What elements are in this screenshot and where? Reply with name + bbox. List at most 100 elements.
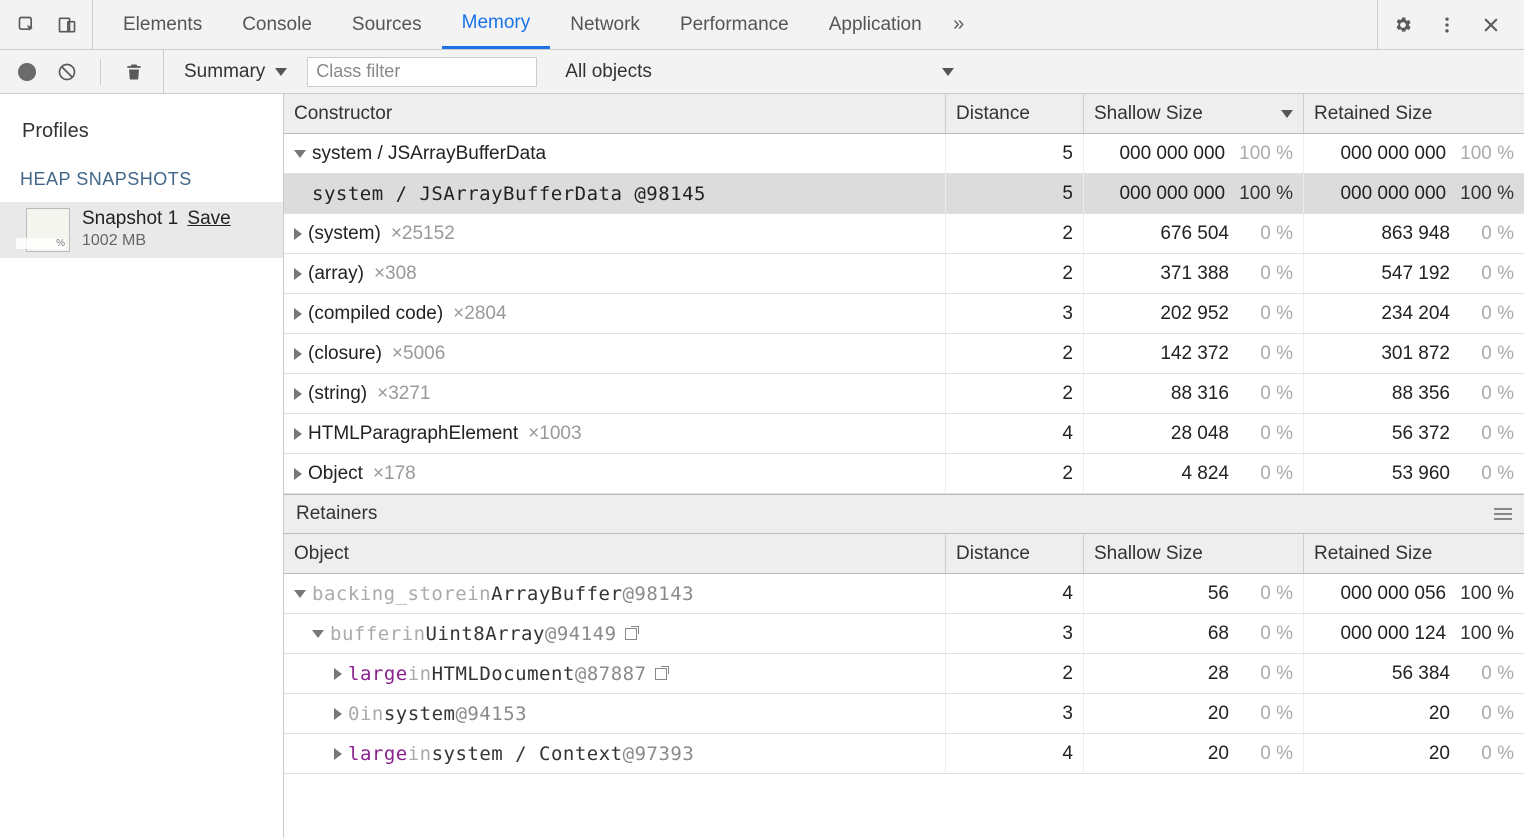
- disclosure-triangle-icon[interactable]: [294, 348, 302, 360]
- tab-memory[interactable]: Memory: [442, 0, 551, 49]
- disclosure-triangle-icon[interactable]: [294, 468, 302, 480]
- trash-icon[interactable]: [123, 61, 145, 83]
- tab-network[interactable]: Network: [550, 0, 660, 49]
- disclosure-triangle-icon[interactable]: [334, 668, 342, 680]
- external-link-icon[interactable]: [655, 668, 667, 680]
- row-label: (compiled code): [308, 303, 443, 325]
- cell-retained: 863 9480 %: [1304, 214, 1524, 253]
- obj-type: HTMLDocument: [432, 663, 575, 685]
- table-row[interactable]: (string)×3271288 3160 %88 3560 %: [284, 374, 1524, 414]
- table-row[interactable]: (system)×251522676 5040 %863 9480 %: [284, 214, 1524, 254]
- row-label: (string): [308, 383, 367, 405]
- constructors-header: Constructor Distance Shallow Size Retain…: [284, 94, 1524, 134]
- row-label: Object: [308, 463, 363, 485]
- table-row[interactable]: backing_store in ArrayBuffer @981434560 …: [284, 574, 1524, 614]
- inspect-element-icon[interactable]: [16, 14, 38, 36]
- table-row[interactable]: 0 in system @941533200 %200 %: [284, 694, 1524, 734]
- col-retained[interactable]: Retained Size: [1304, 534, 1524, 573]
- table-row[interactable]: system / JSArrayBufferData @981455000 00…: [284, 174, 1524, 214]
- snapshot-save-link[interactable]: Save: [187, 208, 230, 229]
- col-object[interactable]: Object: [284, 534, 946, 573]
- table-row[interactable]: (array)×3082371 3880 %547 1920 %: [284, 254, 1524, 294]
- table-row[interactable]: (compiled code)×28043202 9520 %234 2040 …: [284, 294, 1524, 334]
- table-row[interactable]: large in system / Context @973934200 %20…: [284, 734, 1524, 774]
- caret-down-icon: [942, 68, 954, 76]
- cell-distance: 2: [946, 454, 1084, 493]
- tabs-overflow-icon[interactable]: »: [948, 14, 970, 36]
- retainers-bar[interactable]: Retainers: [284, 494, 1524, 534]
- clear-icon[interactable]: [56, 61, 78, 83]
- cell-retained: 56 3840 %: [1304, 654, 1524, 693]
- disclosure-triangle-icon[interactable]: [294, 150, 306, 158]
- memory-toolbar: Summary All objects: [0, 50, 1524, 94]
- kebab-menu-icon[interactable]: [1436, 14, 1458, 36]
- tab-application[interactable]: Application: [809, 0, 942, 49]
- snapshot-item[interactable]: % Snapshot 1 Save 1002 MB: [0, 202, 283, 258]
- col-constructor[interactable]: Constructor: [284, 94, 946, 133]
- disclosure-triangle-icon[interactable]: [312, 630, 324, 638]
- snapshot-name: Snapshot 1: [82, 208, 178, 229]
- row-label: (array): [308, 263, 364, 285]
- snapshot-size: 1002 MB: [82, 232, 231, 250]
- row-count: ×178: [373, 463, 416, 485]
- scope-dropdown[interactable]: All objects: [557, 57, 962, 87]
- col-distance[interactable]: Distance: [946, 94, 1084, 133]
- disclosure-triangle-icon[interactable]: [294, 428, 302, 440]
- disclosure-triangle-icon[interactable]: [294, 228, 302, 240]
- disclosure-triangle-icon[interactable]: [294, 388, 302, 400]
- cell-retained: 000 000 000100 %: [1304, 174, 1524, 213]
- row-label: (closure): [308, 343, 382, 365]
- disclosure-triangle-icon[interactable]: [294, 308, 302, 320]
- disclosure-triangle-icon[interactable]: [334, 708, 342, 720]
- col-retained[interactable]: Retained Size: [1304, 94, 1524, 133]
- cell-shallow: 28 0480 %: [1084, 414, 1304, 453]
- col-shallow[interactable]: Shallow Size: [1084, 94, 1304, 133]
- row-label: (system): [308, 223, 381, 245]
- cell-distance: 2: [946, 654, 1084, 693]
- table-row[interactable]: HTMLParagraphElement×1003428 0480 %56 37…: [284, 414, 1524, 454]
- tab-console[interactable]: Console: [222, 0, 332, 49]
- row-count: ×308: [374, 263, 417, 285]
- tab-elements[interactable]: Elements: [103, 0, 222, 49]
- table-row[interactable]: large in HTMLDocument @878872280 %56 384…: [284, 654, 1524, 694]
- obj-ref: @94153: [455, 703, 527, 725]
- cell-shallow: 676 5040 %: [1084, 214, 1304, 253]
- col-distance[interactable]: Distance: [946, 534, 1084, 573]
- prop-name: backing_store: [312, 583, 467, 605]
- table-row[interactable]: Object×17824 8240 %53 9600 %: [284, 454, 1524, 494]
- prop-name: large: [348, 663, 408, 685]
- cell-distance: 4: [946, 734, 1084, 773]
- view-dropdown-label: Summary: [184, 61, 265, 83]
- record-button[interactable]: [18, 63, 36, 81]
- disclosure-triangle-icon[interactable]: [334, 748, 342, 760]
- cell-retained: 56 3720 %: [1304, 414, 1524, 453]
- settings-gear-icon[interactable]: [1392, 14, 1414, 36]
- disclosure-triangle-icon[interactable]: [294, 268, 302, 280]
- class-filter-input[interactable]: [307, 57, 537, 87]
- obj-ref: @98143: [622, 583, 694, 605]
- devtools-tabbar: ElementsConsoleSourcesMemoryNetworkPerfo…: [0, 0, 1524, 50]
- table-row[interactable]: system / JSArrayBufferData5000 000 00010…: [284, 134, 1524, 174]
- cell-distance: 3: [946, 694, 1084, 733]
- row-count: ×5006: [392, 343, 445, 365]
- tab-performance[interactable]: Performance: [660, 0, 809, 49]
- external-link-icon[interactable]: [625, 628, 637, 640]
- disclosure-triangle-icon[interactable]: [294, 590, 306, 598]
- obj-type: ArrayBuffer: [491, 583, 622, 605]
- tab-sources[interactable]: Sources: [332, 0, 442, 49]
- row-label: system / JSArrayBufferData @98145: [312, 183, 706, 205]
- profiles-sidebar: Profiles HEAP SNAPSHOTS % Snapshot 1 Sav…: [0, 94, 284, 838]
- retainers-menu-icon[interactable]: [1494, 508, 1512, 520]
- table-row[interactable]: (closure)×50062142 3720 %301 8720 %: [284, 334, 1524, 374]
- row-count: ×2804: [453, 303, 506, 325]
- cell-retained: 234 2040 %: [1304, 294, 1524, 333]
- cell-shallow: 000 000 000100 %: [1084, 134, 1304, 173]
- col-shallow[interactable]: Shallow Size: [1084, 534, 1304, 573]
- cell-distance: 4: [946, 574, 1084, 613]
- table-row[interactable]: buffer in Uint8Array @941493680 %000 000…: [284, 614, 1524, 654]
- retainers-title: Retainers: [296, 503, 377, 525]
- view-dropdown[interactable]: Summary: [176, 57, 295, 87]
- device-toolbar-icon[interactable]: [56, 14, 78, 36]
- close-icon[interactable]: [1480, 14, 1502, 36]
- cell-retained: 000 000 056100 %: [1304, 574, 1524, 613]
